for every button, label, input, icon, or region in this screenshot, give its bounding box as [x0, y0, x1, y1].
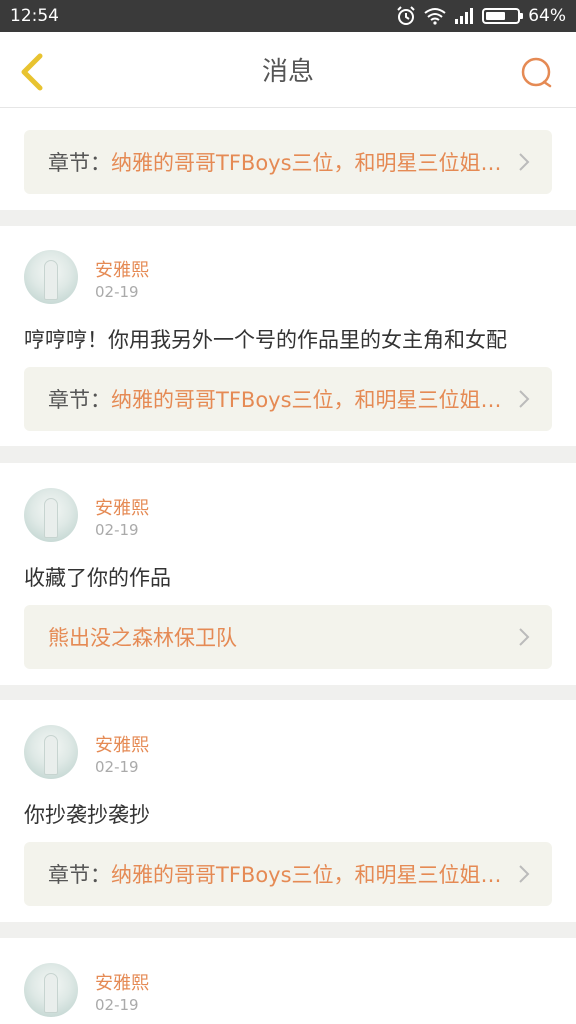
message-text: 哼哼哼！你用我另外一个号的作品里的女主角和女配	[24, 328, 507, 352]
work-link[interactable]: 熊出没之森林保卫队	[24, 605, 552, 669]
chapter-title: 纳雅的哥哥TFBoys三位，和明星三位姐…	[111, 388, 502, 412]
username[interactable]: 安雅熙	[95, 256, 149, 282]
chevron-right-icon	[519, 865, 530, 883]
status-icons: 64%	[396, 6, 566, 26]
message-date: 02-19	[95, 521, 139, 539]
chapter-label: 章节：	[48, 388, 111, 412]
search-icon[interactable]	[520, 56, 554, 90]
battery-percent: 64%	[528, 6, 566, 26]
page-title: 消息	[261, 57, 314, 87]
status-time: 12:54	[10, 6, 59, 26]
alarm-icon	[397, 6, 415, 25]
message-card: 安雅熙 02-19 收藏了你的作品 熊出没之森林保卫队	[0, 463, 576, 685]
chevron-right-icon	[519, 390, 530, 408]
chapter-title: 纳雅的哥哥TFBoys三位，和明星三位姐…	[111, 151, 502, 175]
message-date: 02-19	[95, 996, 139, 1014]
message-card: 安雅熙 02-19 哼哼哼！你用我另外一个号的作品里的女主角和女配 章节： 纳雅…	[0, 226, 576, 446]
chapter-link[interactable]: 章节： 纳雅的哥哥TFBoys三位，和明星三位姐…	[24, 367, 552, 431]
message-list: 章节： 纳雅的哥哥TFBoys三位，和明星三位姐… 安雅熙 02-19 哼哼哼！…	[0, 108, 576, 1024]
signal-icon	[455, 8, 474, 24]
username[interactable]: 安雅熙	[95, 731, 149, 757]
username[interactable]: 安雅熙	[95, 969, 149, 995]
chevron-right-icon	[519, 153, 530, 171]
battery-icon	[482, 8, 524, 24]
message-date: 02-19	[95, 283, 139, 301]
message-text: 收藏了你的作品	[24, 566, 171, 590]
message-date: 02-19	[95, 758, 139, 776]
chevron-right-icon	[519, 628, 530, 646]
message-card: 安雅熙 02-19 你抄袭抄袭抄 章节： 纳雅的哥哥TFBoys三位，和明星三位…	[0, 700, 576, 922]
chapter-link[interactable]: 章节： 纳雅的哥哥TFBoys三位，和明星三位姐…	[24, 130, 552, 194]
work-title: 熊出没之森林保卫队	[48, 626, 237, 650]
message-card: 安雅熙 02-19	[0, 938, 576, 1024]
chapter-label: 章节：	[48, 151, 111, 175]
avatar[interactable]	[24, 963, 78, 1017]
avatar[interactable]	[24, 250, 78, 304]
navigation-bar: 消息	[0, 32, 576, 108]
status-bar: 12:54 64%	[0, 0, 576, 32]
message-card: 章节： 纳雅的哥哥TFBoys三位，和明星三位姐…	[0, 108, 576, 210]
username[interactable]: 安雅熙	[95, 494, 149, 520]
avatar[interactable]	[24, 488, 78, 542]
message-text: 你抄袭抄袭抄	[24, 803, 150, 827]
chapter-title: 纳雅的哥哥TFBoys三位，和明星三位姐…	[111, 863, 502, 887]
chapter-link[interactable]: 章节： 纳雅的哥哥TFBoys三位，和明星三位姐…	[24, 842, 552, 906]
back-icon[interactable]	[14, 52, 50, 92]
avatar[interactable]	[24, 725, 78, 779]
wifi-icon	[424, 8, 446, 25]
chapter-label: 章节：	[48, 863, 111, 887]
